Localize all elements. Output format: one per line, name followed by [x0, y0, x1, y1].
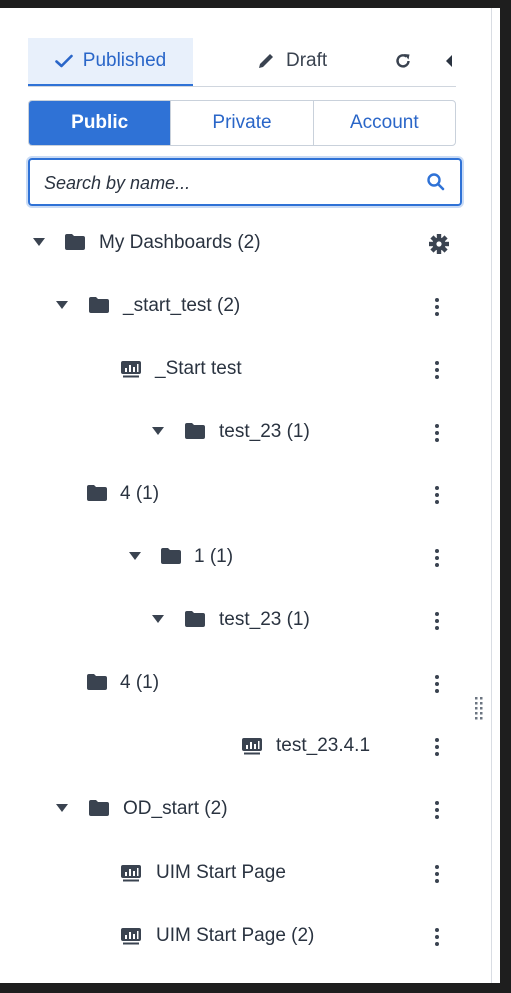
dashboard-icon [121, 361, 141, 378]
tree-item-label: _start_test (2) [123, 295, 241, 316]
tab-draft-label: Draft [286, 50, 328, 71]
check-icon [54, 54, 73, 68]
tree-item-dashboard[interactable]: UIM Start Page [0, 854, 491, 894]
caret-down-icon[interactable] [128, 551, 142, 561]
collapse-panel-button[interactable] [436, 48, 462, 74]
tab-published-label: Published [82, 50, 167, 71]
gear-icon[interactable] [428, 233, 450, 255]
search-input[interactable] [42, 168, 416, 198]
tab-bar: Published Draft [28, 30, 456, 87]
more-options-icon[interactable] [430, 421, 444, 445]
tree-item-label: _Start test [155, 358, 242, 379]
tree-item-label: 4 (1) [120, 672, 160, 693]
panel-right-border [491, 8, 500, 983]
segment-private[interactable]: Private [171, 101, 314, 145]
tree-item-folder[interactable]: 4 (1) [0, 475, 491, 515]
more-options-icon[interactable] [430, 609, 444, 633]
dashboard-panel: Published Draft Public Private Account S… [0, 8, 491, 983]
segment-public[interactable]: Public [29, 101, 172, 145]
folder-icon [87, 674, 107, 690]
more-options-icon[interactable] [430, 798, 444, 822]
tab-draft[interactable]: Draft [256, 38, 376, 84]
more-options-icon[interactable] [430, 925, 444, 949]
tree-item-label: test_23 (1) [219, 421, 310, 442]
segment-account[interactable]: Account [314, 101, 455, 145]
caret-left-icon [446, 55, 452, 67]
tree-item-folder[interactable]: _start_test (2) [0, 287, 491, 327]
tree-root-my-dashboards[interactable]: My Dashboards (2) [0, 224, 491, 264]
tree-item-dashboard[interactable]: UIM Start Page (2) [0, 917, 491, 957]
folder-icon [185, 423, 205, 439]
tree-item-label: 1 (1) [194, 546, 234, 567]
more-options-icon[interactable] [430, 672, 444, 696]
dashboard-icon [121, 865, 141, 882]
more-options-icon[interactable] [430, 862, 444, 886]
tree-root-label: My Dashboards (2) [99, 232, 261, 253]
visibility-segmented-control: Public Private Account [28, 100, 456, 146]
folder-icon [87, 485, 107, 501]
tree-item-folder[interactable]: test_23 (1) [0, 413, 491, 453]
tree-item-dashboard[interactable]: test_23.4.1 [0, 727, 491, 767]
tree-item-folder[interactable]: OD_start (2) [0, 790, 491, 830]
caret-down-icon[interactable] [55, 803, 69, 813]
folder-icon [65, 234, 85, 250]
search-box [28, 158, 462, 206]
tree-item-label: test_23.4.1 [276, 735, 371, 756]
tree-item-folder[interactable]: 1 (1) [0, 538, 491, 578]
more-options-icon[interactable] [430, 735, 444, 759]
tree-item-folder[interactable]: test_23 (1) [0, 601, 491, 641]
folder-icon [161, 548, 181, 564]
tree-item-folder[interactable]: 4 (1) [0, 664, 491, 704]
more-options-icon[interactable] [430, 483, 444, 507]
caret-down-icon[interactable] [151, 426, 165, 436]
screen-bottom-edge [0, 983, 511, 993]
tree-item-label: 4 (1) [120, 483, 160, 504]
folder-icon [89, 297, 109, 313]
tree-item-label: OD_start (2) [123, 798, 228, 819]
more-options-icon[interactable] [430, 358, 444, 382]
caret-down-icon[interactable] [151, 614, 165, 624]
tab-published[interactable]: Published [28, 38, 193, 86]
search-icon[interactable] [426, 172, 446, 192]
caret-down-icon[interactable] [55, 300, 69, 310]
dashboard-icon [242, 738, 262, 755]
tree-item-label: test_23 (1) [219, 609, 310, 630]
dashboard-icon [121, 928, 141, 945]
more-options-icon[interactable] [430, 295, 444, 319]
refresh-button[interactable] [390, 48, 416, 74]
folder-icon [185, 611, 205, 627]
caret-down-icon[interactable] [32, 237, 46, 247]
more-options-icon[interactable] [430, 546, 444, 570]
refresh-icon [396, 54, 410, 68]
resize-grip-icon[interactable] [474, 696, 484, 724]
folder-icon [89, 800, 109, 816]
pencil-icon [259, 54, 273, 68]
tree-item-label: UIM Start Page (2) [156, 925, 315, 946]
tree-item-dashboard[interactable]: _Start test [0, 350, 491, 390]
tree-item-label: UIM Start Page [156, 862, 286, 883]
